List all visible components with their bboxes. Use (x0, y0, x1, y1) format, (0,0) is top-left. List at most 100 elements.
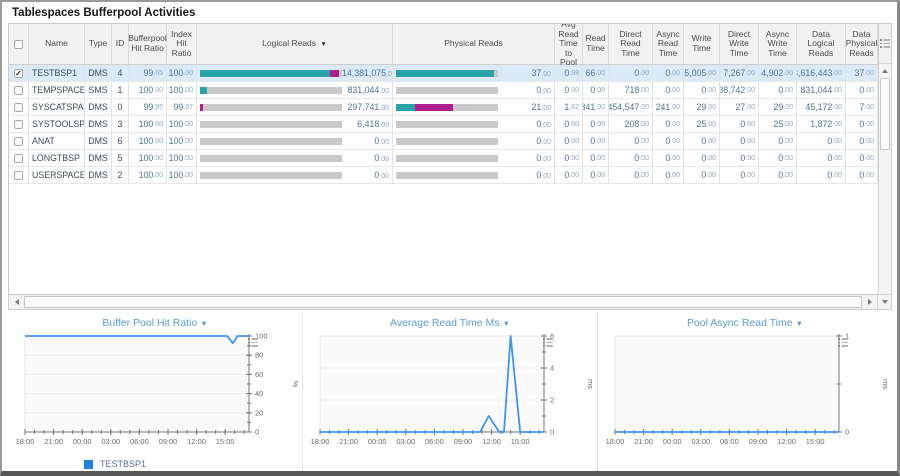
cell-direct_read: 0.00 (609, 65, 653, 81)
column-header-read_time[interactable]: Read Time (583, 24, 609, 64)
column-header-write_time[interactable]: Write Time (684, 24, 720, 64)
charts-section: Buffer Pool Hit Ratio▼ 020406080100%18:0… (8, 312, 892, 472)
svg-text:12:00: 12:00 (187, 437, 206, 446)
cell-read_time: 0.00 (583, 116, 609, 132)
column-header-direct_read[interactable]: Direct Read Time (609, 24, 653, 64)
chart-menu-icon[interactable] (838, 338, 848, 347)
svg-text:15:00: 15:00 (216, 437, 235, 446)
column-header-name[interactable]: Name (29, 24, 85, 64)
cell-id: 5 (112, 150, 129, 166)
column-header-async_read[interactable]: Async Read Time (653, 24, 684, 64)
table-row[interactable]: SYSTOOLSPACEDMS3100.00100.006,418.000.00… (9, 116, 878, 133)
column-header-async_write[interactable]: Async Write Time (759, 24, 797, 64)
column-header-data_physical[interactable]: Data Physical Reads (846, 24, 878, 64)
vertical-scroll-thumb[interactable] (880, 78, 890, 150)
chart-menu-icon[interactable] (248, 338, 258, 347)
horizontal-scrollbar[interactable] (8, 295, 878, 310)
cell-async_read: 0.00 (653, 82, 684, 98)
cell-physical_reads: 21.00 (393, 99, 555, 115)
svg-text:ms: ms (586, 379, 594, 389)
select-all-checkbox[interactable] (14, 40, 23, 49)
table-row[interactable]: TESTBSP1DMS499.65100.0014,381,075.0037.0… (9, 65, 878, 82)
table-row[interactable]: USERSPACE1DMS2100.00100.000.000.000.000.… (9, 167, 878, 184)
svg-text:09:00: 09:00 (454, 437, 473, 446)
cell-idx_hit: 100.00 (167, 133, 197, 149)
cell-type: DMS (85, 150, 112, 166)
cell-id: 0 (112, 99, 129, 115)
cell-bp_hit: 100.00 (129, 150, 167, 166)
cell-check (9, 133, 29, 149)
column-header-physical_reads[interactable]: Physical Reads (393, 24, 555, 64)
horizontal-scroll-thumb[interactable] (24, 296, 862, 308)
svg-text:0: 0 (550, 428, 554, 437)
row-checkbox[interactable] (14, 86, 23, 95)
cell-physical_reads: 0.00 (393, 133, 555, 149)
cell-data_physical: 0.00 (846, 133, 878, 149)
table-row[interactable]: TEMPSPACE1SMS1100.00100.00831,044.000.00… (9, 82, 878, 99)
table-grid: NameTypeIDBufferpool Hit RatioIndex Hit … (8, 23, 878, 295)
cell-async_read: 241.00 (653, 99, 684, 115)
vertical-scrollbar[interactable] (878, 23, 892, 295)
chart-title-dropdown[interactable]: Average Read Time Ms▼ (303, 312, 597, 329)
cell-physical_reads: 0.00 (393, 82, 555, 98)
svg-text:21:00: 21:00 (44, 437, 63, 446)
chart-title-dropdown[interactable]: Pool Async Read Time▼ (598, 312, 892, 329)
cell-avg_pool: 0.00 (555, 116, 583, 132)
row-checkbox[interactable] (14, 171, 23, 180)
chart-panel-pool-async-read-time: Pool Async Read Time▼ 01ms18:0021:0000:0… (597, 312, 892, 472)
table-row[interactable]: LONGTBSPDMS5100.00100.000.000.000.000.00… (9, 150, 878, 167)
cell-read_time: 341.00 (583, 99, 609, 115)
cell-async_write: 29.00 (759, 99, 797, 115)
cell-direct_read: 208.00 (609, 116, 653, 132)
logical_reads-bar (200, 172, 342, 179)
cell-idx_hit: 100.00 (167, 116, 197, 132)
cell-write_time: 29.00 (684, 99, 720, 115)
cell-write_time: 0.00 (684, 133, 720, 149)
logical_reads-bar (200, 138, 342, 145)
svg-text:18:00: 18:00 (606, 437, 625, 446)
cell-logical_reads: 0.00 (197, 150, 393, 166)
scroll-down-button[interactable] (878, 295, 892, 310)
cell-name: LONGTBSP (29, 150, 85, 166)
row-checkbox[interactable] (14, 103, 23, 112)
cell-check (9, 116, 29, 132)
chart-menu-icon[interactable] (543, 338, 553, 347)
cell-async_read: 0.00 (653, 150, 684, 166)
column-header-logical_reads[interactable]: Logical Reads ▼ (197, 24, 393, 64)
svg-text:80: 80 (255, 351, 263, 360)
column-header-bp_hit[interactable]: Bufferpool Hit Ratio (129, 24, 167, 64)
svg-text:18:00: 18:00 (16, 437, 35, 446)
cell-id: 3 (112, 116, 129, 132)
cell-async_write: 0.00 (759, 82, 797, 98)
physical_reads-bar (396, 87, 498, 94)
chart-title-label: Pool Async Read Time (687, 317, 793, 329)
cell-data_physical: 7.00 (846, 99, 878, 115)
cell-direct_write: 27.00 (720, 99, 759, 115)
column-header-check[interactable] (9, 24, 29, 64)
column-header-id[interactable]: ID (112, 24, 129, 64)
column-chooser-icon[interactable] (880, 39, 890, 48)
chart-title-dropdown[interactable]: Buffer Pool Hit Ratio▼ (8, 312, 302, 329)
table-row[interactable]: SYSCATSPACEDMS099.9599.97297,741.0021.00… (9, 99, 878, 116)
scroll-right-button[interactable] (863, 295, 877, 309)
cell-name: SYSTOOLSPACE (29, 116, 85, 132)
column-header-direct_write[interactable]: Direct Write Time (720, 24, 759, 64)
column-header-type[interactable]: Type (85, 24, 112, 64)
cell-direct_read: 718.00 (609, 82, 653, 98)
scroll-left-button[interactable] (9, 295, 23, 309)
row-checkbox[interactable] (14, 137, 23, 146)
table-row[interactable]: ANATDMS6100.00100.000.000.000.000.000.00… (9, 133, 878, 150)
row-checkbox[interactable] (14, 154, 23, 163)
column-header-avg_pool[interactable]: Avg Read Time to Pool (555, 24, 583, 64)
chart-panel-average-read-time: Average Read Time Ms▼ 0246ms18:0021:0000… (302, 312, 597, 472)
chart-canvas: 0246ms18:0021:0000:0003:0006:0009:0012:0… (306, 330, 594, 456)
svg-text:09:00: 09:00 (749, 437, 768, 446)
vertical-scroll-track[interactable] (879, 77, 891, 294)
column-header-idx_hit[interactable]: Index Hit Ratio (167, 24, 197, 64)
row-checkbox[interactable] (14, 120, 23, 129)
row-checkbox[interactable] (14, 69, 23, 78)
cell-direct_read: 0.00 (609, 167, 653, 183)
scroll-up-button[interactable] (879, 64, 891, 77)
cell-read_time: 0.00 (583, 167, 609, 183)
column-header-data_logical[interactable]: Data Logical Reads (797, 24, 846, 64)
